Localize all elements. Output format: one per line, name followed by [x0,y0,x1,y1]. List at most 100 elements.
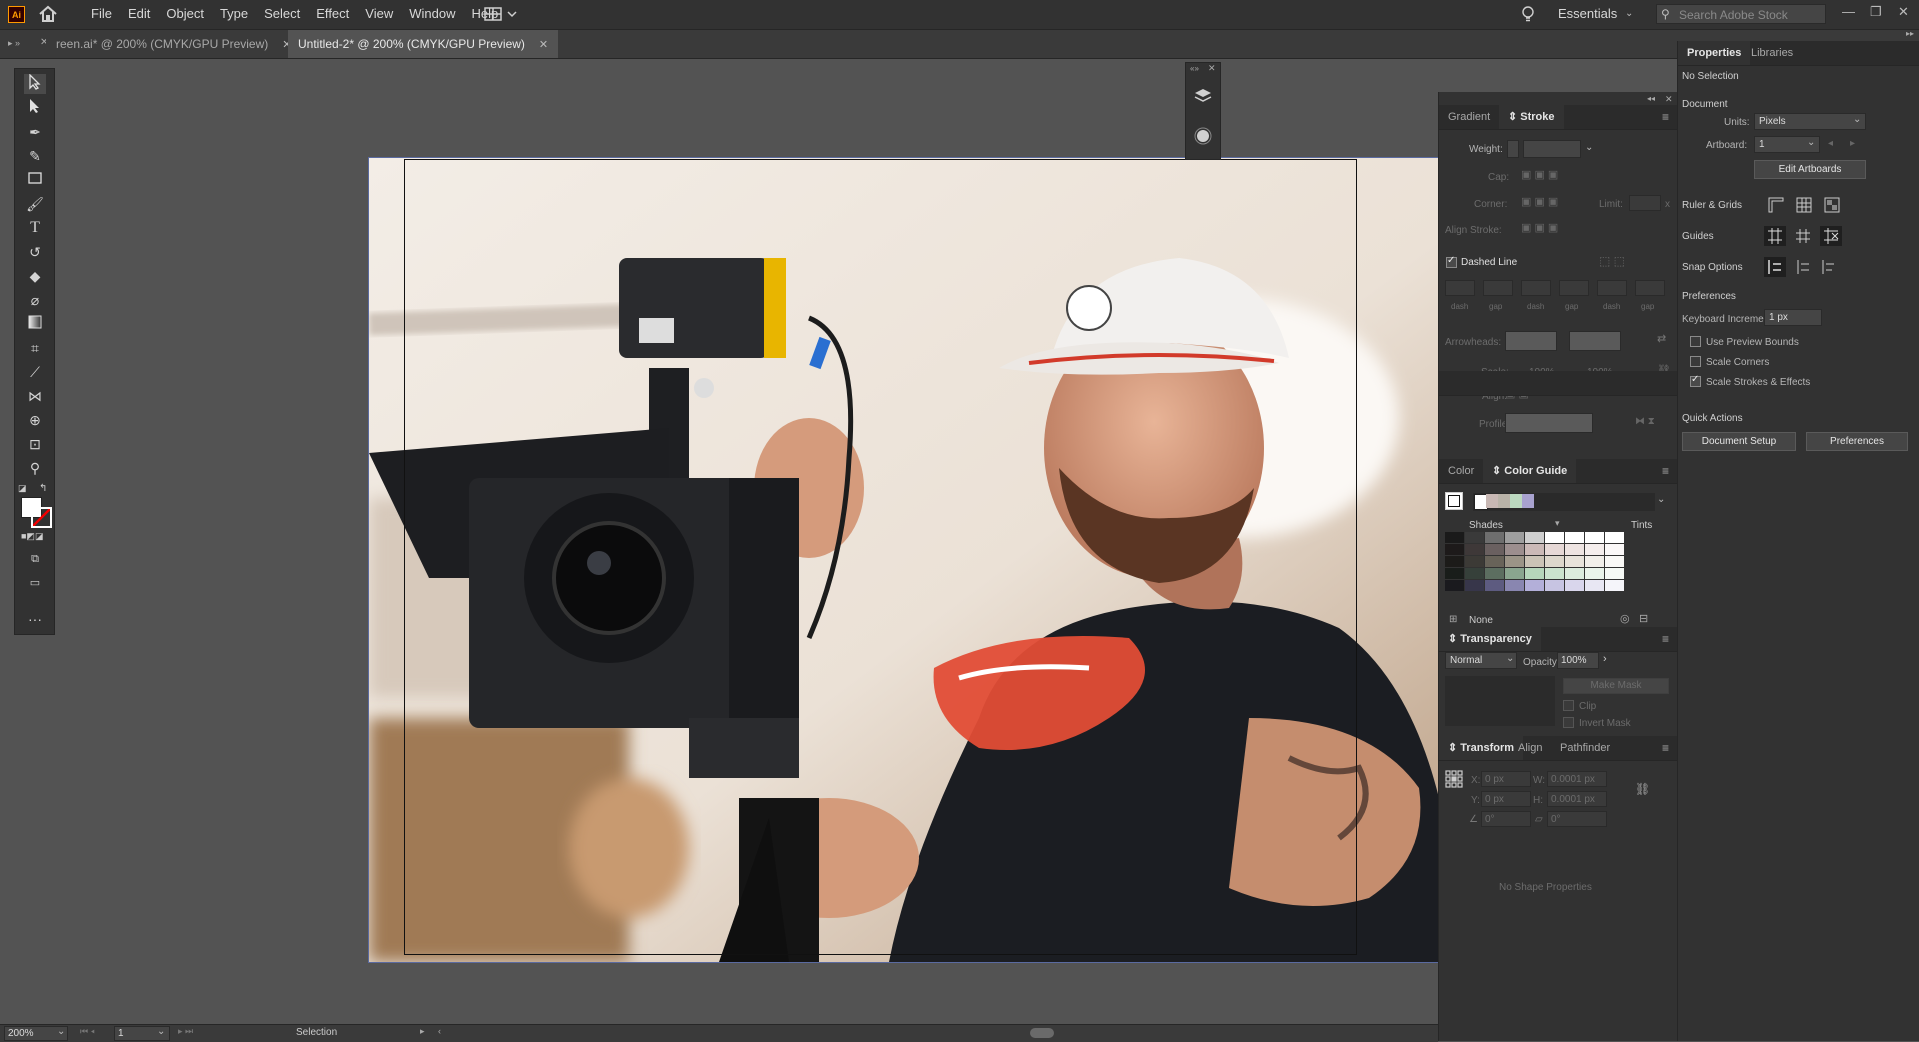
menu-file[interactable]: File [83,0,120,29]
panel-menu-icon[interactable]: ≡ [1662,464,1669,478]
next-artboard-icon[interactable]: ▸ [1850,138,1855,149]
scale-strokes-checkbox[interactable] [1690,374,1701,387]
layers-icon[interactable] [1194,87,1212,108]
weight-stepper[interactable] [1507,140,1519,158]
tab-document-1[interactable]: reen.ai* @ 200% (CMYK/GPU Preview) ✕ [46,30,302,58]
shade-swatch[interactable] [1585,556,1604,567]
snap-to-pixel-icon[interactable] [1820,259,1836,278]
shade-swatch[interactable] [1485,556,1504,567]
dashed-line-checkbox[interactable] [1446,255,1457,268]
gap-input[interactable] [1635,280,1665,296]
tab-align[interactable]: Align [1509,736,1551,760]
gradient-tool-icon[interactable] [24,314,46,334]
width-tool-icon[interactable]: ⋈ [24,386,46,406]
chevron-right-icon[interactable]: › [1603,653,1607,665]
panel-menu-icon[interactable]: ≡ [1662,741,1669,755]
start-arrowhead-select[interactable] [1505,331,1557,351]
smart-guides-icon[interactable] [1820,226,1842,246]
dash-input[interactable] [1445,280,1475,296]
shade-swatch[interactable] [1545,532,1564,543]
shades-tints-grid[interactable] [1445,532,1671,607]
grid-icon[interactable] [1796,197,1812,216]
shade-swatch[interactable] [1445,556,1464,567]
shade-swatch[interactable] [1585,544,1604,555]
rotate-tool-icon[interactable]: ↺ [24,242,46,262]
shade-swatch[interactable] [1465,532,1484,543]
curvature-tool-icon[interactable]: ✎ [24,146,46,166]
limit-input[interactable] [1629,195,1661,211]
dash-input[interactable] [1521,280,1551,296]
shade-swatch[interactable] [1565,532,1584,543]
flip-profile-icon[interactable]: ⧓ ⧗ [1635,416,1655,427]
base-color-swatch[interactable] [1445,492,1463,510]
gap-input[interactable] [1559,280,1589,296]
show-guides-icon[interactable] [1764,226,1786,246]
shade-swatch[interactable] [1445,532,1464,543]
close-icon[interactable]: ✕ [1898,4,1909,20]
chevron-down-icon[interactable]: ⌄ [1657,494,1665,505]
make-mask-button[interactable]: Make Mask [1563,678,1669,694]
tab-pathfinder[interactable]: Pathfinder [1551,736,1619,760]
clip-checkbox[interactable] [1563,700,1574,711]
tab-properties[interactable]: Properties [1678,41,1751,65]
shade-swatch[interactable] [1585,532,1604,543]
direct-selection-tool-icon[interactable] [24,98,46,118]
more-tools-icon[interactable]: ··· [24,609,46,629]
menu-type[interactable]: Type [212,0,256,29]
shade-swatch[interactable] [1585,568,1604,579]
shade-swatch[interactable] [1525,568,1544,579]
last-artboard-icon[interactable]: ▸ ⏭ [178,1026,193,1037]
snap-to-grid-icon[interactable] [1795,259,1811,278]
gap-input[interactable] [1483,280,1513,296]
transparency-grid-icon[interactable] [1824,197,1840,216]
menu-select[interactable]: Select [256,0,308,29]
tab-document-2[interactable]: Untitled-2* @ 200% (CMYK/GPU Preview) ✕ [288,30,559,58]
keyboard-increment-input[interactable]: 1 px [1764,309,1822,326]
swap-colors-icon[interactable]: ↰ [39,483,47,494]
shade-swatch[interactable] [1545,580,1564,591]
x-input[interactable]: 0 px [1481,771,1531,787]
shade-swatch[interactable] [1545,556,1564,567]
stock-search-input[interactable]: ⚲ Search Adobe Stock [1656,4,1826,24]
end-arrowhead-select[interactable] [1569,331,1621,351]
edit-colors-icon[interactable]: ◎ [1620,612,1630,625]
snap-to-point-icon[interactable] [1764,257,1786,277]
y-input[interactable]: 0 px [1481,791,1531,807]
selection-tool-icon[interactable] [24,73,46,94]
blend-mode-select[interactable]: Normal ⌄ [1445,652,1517,669]
shear-input[interactable]: 0° [1547,811,1607,827]
save-group-icon[interactable]: ⊟ [1639,612,1648,625]
tab-transparency[interactable]: ⇕ Transparency [1439,627,1541,651]
rotate-input[interactable]: 0° [1481,811,1531,827]
shade-swatch[interactable] [1545,544,1564,555]
shade-swatch[interactable] [1505,556,1524,567]
mesh-tool-icon[interactable]: ⌗ [24,338,46,358]
home-icon[interactable] [38,5,58,23]
stroke-color-swatch[interactable] [31,507,52,528]
lock-guides-icon[interactable] [1795,228,1811,247]
shade-swatch[interactable] [1485,580,1504,591]
scroll-left-icon[interactable]: ‹ [438,1026,441,1036]
restore-icon[interactable]: ❐ [1870,4,1882,20]
dash-input[interactable] [1597,280,1627,296]
shade-swatch[interactable] [1525,532,1544,543]
workspace-switcher[interactable]: Essentials [1558,0,1617,29]
shape-builder-tool-icon[interactable]: ⊕ [24,410,46,430]
shade-swatch[interactable] [1525,556,1544,567]
appearance-icon[interactable] [1194,127,1212,148]
default-colors-icon[interactable]: ◪ [18,483,30,493]
expand-icon[interactable]: «» [1190,64,1199,73]
constrain-proportions-icon[interactable]: ⛓ [1635,782,1650,796]
panel-menu-icon[interactable]: ≡ [1662,110,1669,124]
swatches-library-icon[interactable]: ⊞ [1449,614,1457,625]
harmony-swatch[interactable] [1522,494,1534,508]
close-icon[interactable]: ✕ [539,39,548,51]
first-artboard-icon[interactable]: ⏮ ◂ [80,1026,95,1037]
rectangle-tool-icon[interactable] [24,170,46,190]
shade-swatch[interactable] [1565,556,1584,567]
tab-color[interactable]: Color [1439,459,1483,483]
close-icon[interactable]: ✕ [1208,63,1216,74]
shade-swatch[interactable] [1485,532,1504,543]
menu-edit[interactable]: Edit [120,0,158,29]
shade-swatch[interactable] [1545,568,1564,579]
